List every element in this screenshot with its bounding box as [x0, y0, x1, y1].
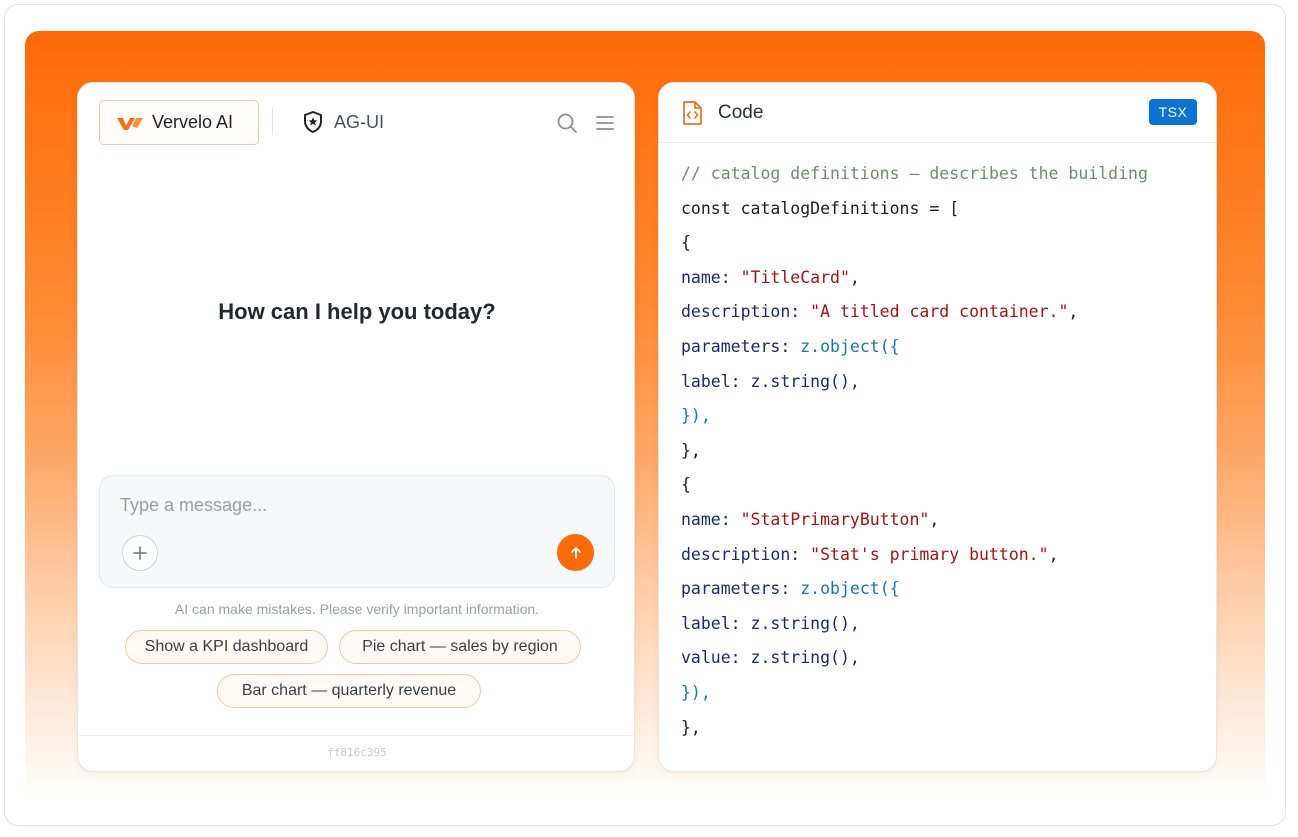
code-token: z.object({	[800, 336, 900, 356]
protocol-name: AG-UI	[334, 111, 385, 132]
code-token: ,	[849, 267, 860, 287]
message-composer	[99, 475, 615, 588]
shield-star-icon	[304, 111, 322, 133]
code-line: name: "StatPrimaryButton",	[681, 503, 1206, 538]
code-token: "StatPrimaryButton"	[740, 509, 930, 529]
code-token: "TitleCard"	[740, 267, 850, 287]
code-token: z.string(),	[750, 371, 860, 391]
code-line: label: z.string(),	[681, 607, 1206, 642]
greeting-heading: How can I help you today?	[218, 299, 496, 324]
plus-icon	[133, 546, 147, 560]
code-line: name: "TitleCard",	[681, 261, 1206, 296]
code-line: description: "Stat's primary button.",	[681, 538, 1206, 573]
code-token: z.string(),	[750, 648, 860, 668]
code-token: "A titled card container."	[810, 302, 1069, 322]
menu-icon[interactable]	[594, 112, 616, 134]
language-badge: TSX	[1149, 99, 1197, 125]
code-line: description: "A titled card container.",	[681, 295, 1206, 330]
protocol-label[interactable]: AG-UI	[302, 110, 384, 134]
code-token: {	[681, 233, 691, 253]
code-line: },	[681, 711, 1206, 746]
code-token: "Stat's primary button."	[810, 544, 1049, 564]
disclaimer-text: AI can make mistakes. Please verify impo…	[174, 601, 540, 617]
code-token: label:	[681, 613, 751, 633]
chat-panel: Vervelo AI AG-UI How can I help you toda…	[77, 82, 635, 772]
code-token: }),	[681, 682, 711, 702]
code-header: Code TSX	[659, 83, 1216, 143]
code-line: {	[681, 468, 1206, 503]
search-icon[interactable]	[556, 112, 578, 134]
code-token: z.string(),	[750, 613, 860, 633]
code-line: parameters: z.object({	[681, 572, 1206, 607]
code-line: }),	[681, 399, 1206, 434]
code-token: name:	[681, 509, 741, 529]
code-line: value: z.string(),	[681, 641, 1206, 676]
attach-button[interactable]	[122, 535, 158, 571]
brand-selector[interactable]: Vervelo AI	[99, 100, 259, 145]
code-token: ,	[929, 509, 940, 529]
code-line: },	[681, 434, 1206, 469]
code-token: description:	[681, 302, 811, 322]
code-file-icon	[683, 101, 702, 125]
code-token: z.object({	[800, 579, 900, 599]
code-token: {	[681, 475, 691, 495]
suggestion-chip[interactable]: Show a KPI dashboard	[125, 630, 328, 664]
code-token: },	[681, 717, 701, 737]
code-token: },	[681, 440, 701, 460]
code-line: parameters: z.object({	[681, 330, 1206, 365]
code-panel: Code TSX // catalog definitions — descri…	[658, 82, 1217, 772]
code-token: ,	[1068, 302, 1079, 322]
build-hash: ff816c395	[327, 746, 387, 759]
code-token: label:	[681, 371, 751, 391]
send-button[interactable]	[557, 534, 594, 571]
code-token: }),	[681, 406, 711, 426]
code-editor: // catalog definitions — describes the b…	[681, 157, 1206, 745]
code-token: const catalogDefinitions = [	[681, 198, 960, 218]
code-line: {	[681, 226, 1206, 261]
code-token: value:	[681, 648, 751, 668]
code-token: parameters:	[681, 579, 801, 599]
code-token: description:	[681, 544, 811, 564]
code-panel-title: Code	[718, 102, 764, 123]
code-token: parameters:	[681, 336, 801, 356]
footer-divider	[78, 735, 634, 736]
code-token: name:	[681, 267, 741, 287]
arrow-up-icon	[570, 546, 581, 559]
code-line: const catalogDefinitions = [	[681, 192, 1206, 227]
code-token: // catalog definitions — describes the b…	[681, 164, 1148, 183]
code-line: }),	[681, 676, 1206, 711]
code-token: ,	[1048, 544, 1059, 564]
header-divider	[272, 108, 273, 135]
code-line: // catalog definitions — describes the b…	[681, 157, 1206, 192]
suggestion-chip[interactable]: Bar chart — quarterly revenue	[217, 674, 481, 708]
brand-name: Vervelo AI	[152, 112, 234, 132]
suggestion-chip[interactable]: Pie chart — sales by region	[339, 630, 581, 664]
message-input[interactable]	[120, 492, 590, 518]
code-line: label: z.string(),	[681, 365, 1206, 400]
vervelo-logo-icon	[117, 117, 143, 130]
